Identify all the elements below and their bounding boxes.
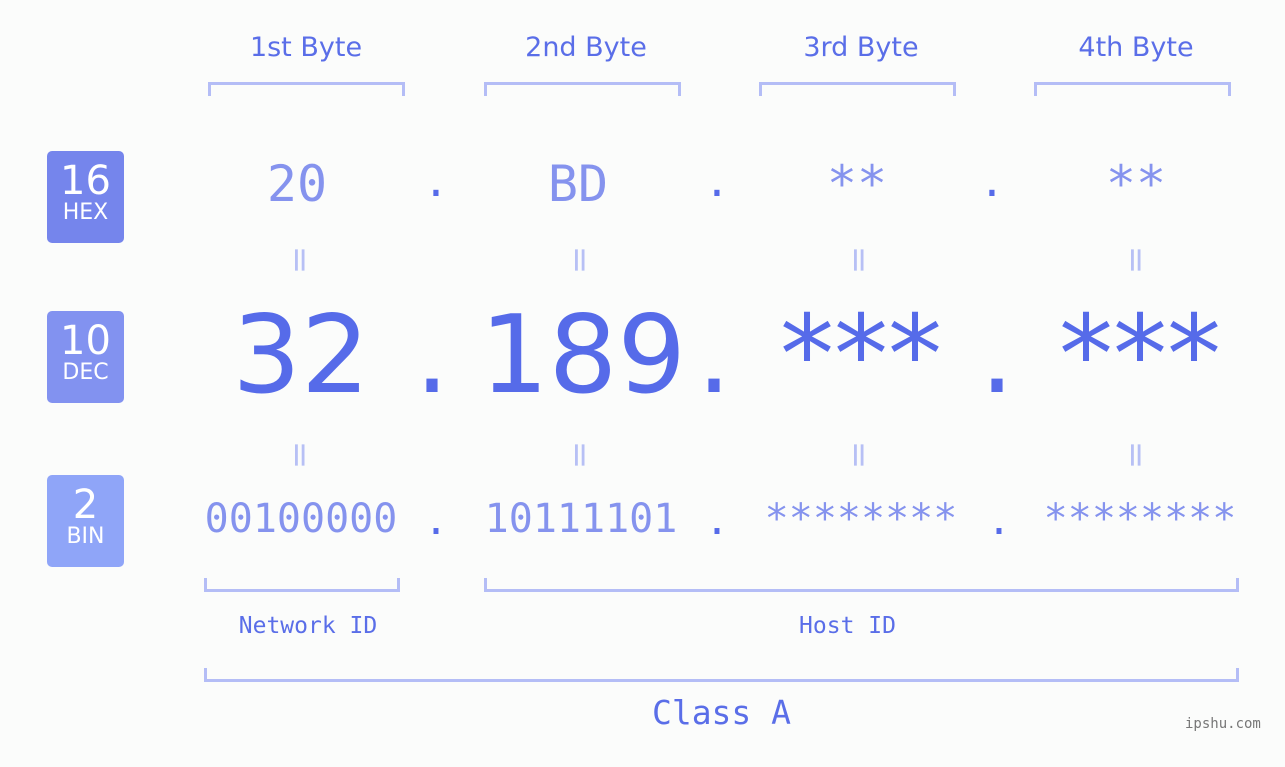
bin-byte-1: 00100000 — [204, 496, 398, 542]
dec-badge: 10 DEC — [47, 311, 124, 403]
hex-byte-4: ** — [1105, 155, 1167, 213]
equals-icon: = — [1116, 245, 1156, 275]
byte-bracket-2 — [484, 82, 681, 96]
bin-dot-2: . — [709, 490, 725, 546]
byte-label-3: 3rd Byte — [803, 32, 919, 63]
hex-byte-1: 20 — [266, 155, 328, 213]
hex-badge: 16 HEX — [47, 151, 124, 243]
dec-byte-3: *** — [780, 293, 942, 418]
class-bracket — [204, 668, 1239, 682]
network-id-bracket — [204, 578, 400, 592]
dec-dot-3: . — [979, 293, 1015, 418]
equals-icon: = — [839, 245, 879, 275]
host-id-bracket — [484, 578, 1239, 592]
equals-icon: = — [560, 245, 600, 275]
equals-icon: = — [280, 440, 320, 470]
byte-bracket-3 — [759, 82, 956, 96]
bin-badge-label: BIN — [66, 524, 105, 549]
hex-byte-3: ** — [826, 155, 888, 213]
equals-icon: = — [280, 245, 320, 275]
bin-dot-1: . — [428, 490, 444, 546]
class-label: Class A — [651, 693, 792, 732]
hex-dot-3: . — [984, 150, 1000, 208]
bin-badge: 2 BIN — [47, 475, 124, 567]
hex-byte-2: BD — [547, 155, 609, 213]
dec-dot-2: . — [696, 293, 732, 418]
dec-badge-number: 10 — [60, 318, 111, 364]
dec-byte-1: 32 — [232, 293, 370, 418]
bin-byte-3: ******** — [764, 496, 958, 542]
equals-icon: = — [839, 440, 879, 470]
byte-bracket-4 — [1034, 82, 1231, 96]
watermark: ipshu.com — [1185, 716, 1261, 732]
dec-byte-4: *** — [1059, 293, 1221, 418]
equals-icon: = — [560, 440, 600, 470]
hex-badge-label: HEX — [62, 200, 109, 225]
byte-bracket-1 — [208, 82, 405, 96]
hex-dot-1: . — [428, 150, 444, 208]
dec-badge-label: DEC — [62, 360, 109, 385]
bin-byte-2: 10111101 — [484, 496, 678, 542]
equals-icon: = — [1116, 440, 1156, 470]
byte-label-1: 1st Byte — [249, 32, 363, 63]
hex-badge-number: 16 — [60, 158, 111, 204]
hex-dot-2: . — [709, 150, 725, 208]
bin-dot-3: . — [991, 490, 1007, 546]
bin-badge-number: 2 — [72, 482, 99, 528]
network-id-label: Network ID — [238, 613, 378, 639]
bin-byte-4: ******** — [1043, 496, 1237, 542]
byte-label-4: 4th Byte — [1078, 32, 1194, 63]
dec-byte-2: 189 — [479, 293, 687, 418]
byte-label-2: 2nd Byte — [525, 32, 647, 63]
dec-dot-1: . — [414, 293, 450, 418]
host-id-label: Host ID — [799, 613, 896, 639]
